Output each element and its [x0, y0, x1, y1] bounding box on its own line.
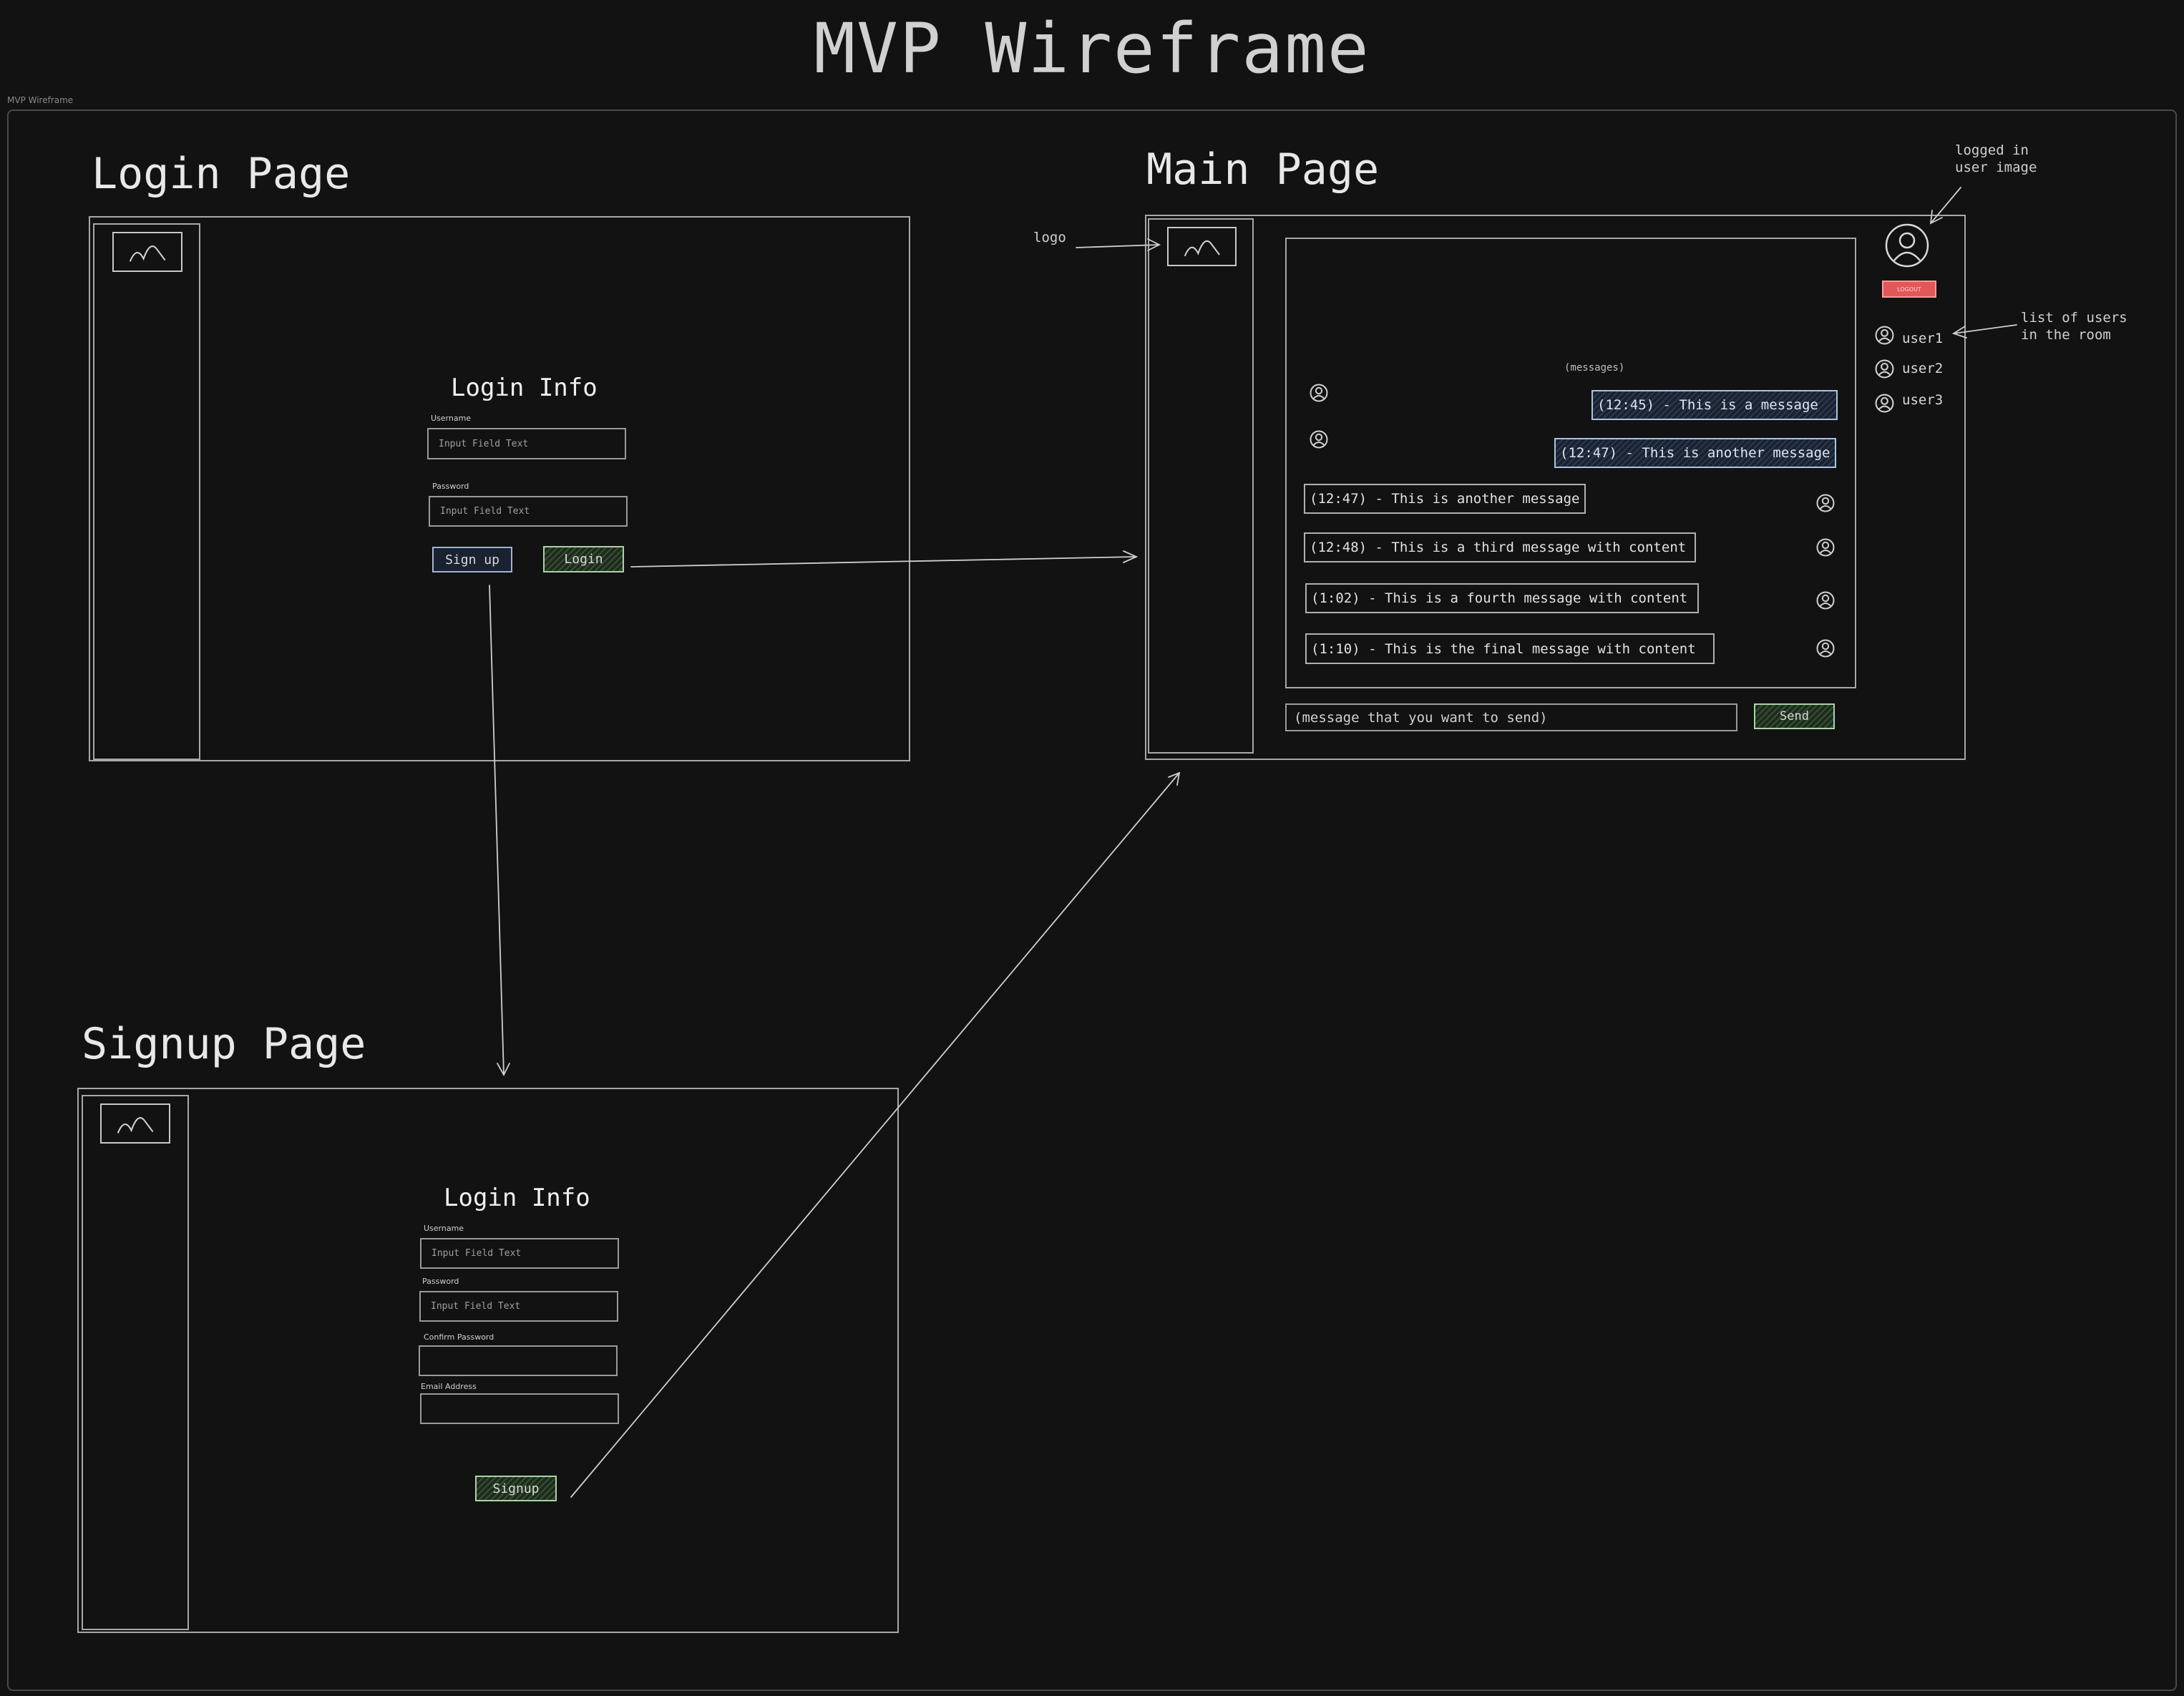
arrow-icon: [1953, 324, 2017, 334]
arrow-icon: [570, 772, 1180, 1498]
flow-arrows: [489, 187, 2017, 1498]
arrow-icon: [1930, 187, 1961, 224]
arrow-icon: [630, 556, 1137, 567]
arrow-icon: [1076, 244, 1160, 248]
arrow-icon: [489, 585, 504, 1076]
